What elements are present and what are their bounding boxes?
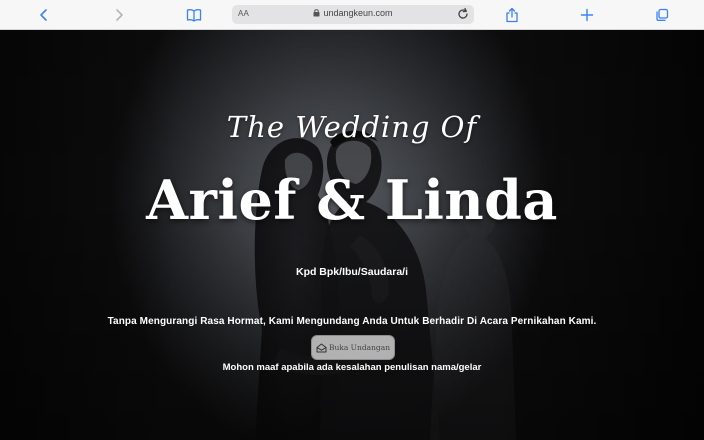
open-invitation-button[interactable]: Buka Undangan [311, 335, 395, 360]
plus-icon [580, 8, 594, 22]
bookmarks-button[interactable] [184, 5, 204, 25]
address-bar[interactable]: AA undangkeun.com [232, 5, 474, 24]
cover-section: The Wedding Of Arief & Linda Kpd Bpk/Ibu… [0, 30, 704, 440]
photo-vignette [0, 30, 704, 440]
browser-toolbar: AA undangkeun.com [0, 0, 704, 30]
chevron-left-icon [40, 9, 47, 21]
lock-icon [313, 9, 320, 17]
open-invitation-label: Buka Undangan [328, 343, 391, 352]
tabs-button[interactable] [652, 5, 672, 25]
url-display: undangkeun.com [232, 8, 474, 18]
url-text: undangkeun.com [323, 8, 393, 18]
envelope-open-icon [316, 343, 327, 352]
forward-button[interactable] [109, 5, 129, 25]
reload-icon[interactable] [456, 7, 470, 21]
tabs-icon [656, 8, 669, 21]
chevron-right-icon [116, 9, 123, 21]
wedding-script-title: The Wedding Of [226, 110, 478, 144]
name-apology-note: Mohon maaf apabila ada kesalahan penulis… [222, 362, 482, 373]
invitation-message: Tanpa Mengurangi Rasa Hormat, Kami Mengu… [107, 316, 597, 327]
new-tab-button[interactable] [577, 5, 597, 25]
book-icon [186, 9, 202, 22]
back-button[interactable] [34, 5, 54, 25]
share-button[interactable] [502, 5, 522, 25]
recipient-label: Kpd Bpk/Ibu/Saudara/i [295, 266, 408, 278]
couple-names-heading: Arief & Linda [146, 168, 558, 232]
share-icon [506, 7, 518, 23]
